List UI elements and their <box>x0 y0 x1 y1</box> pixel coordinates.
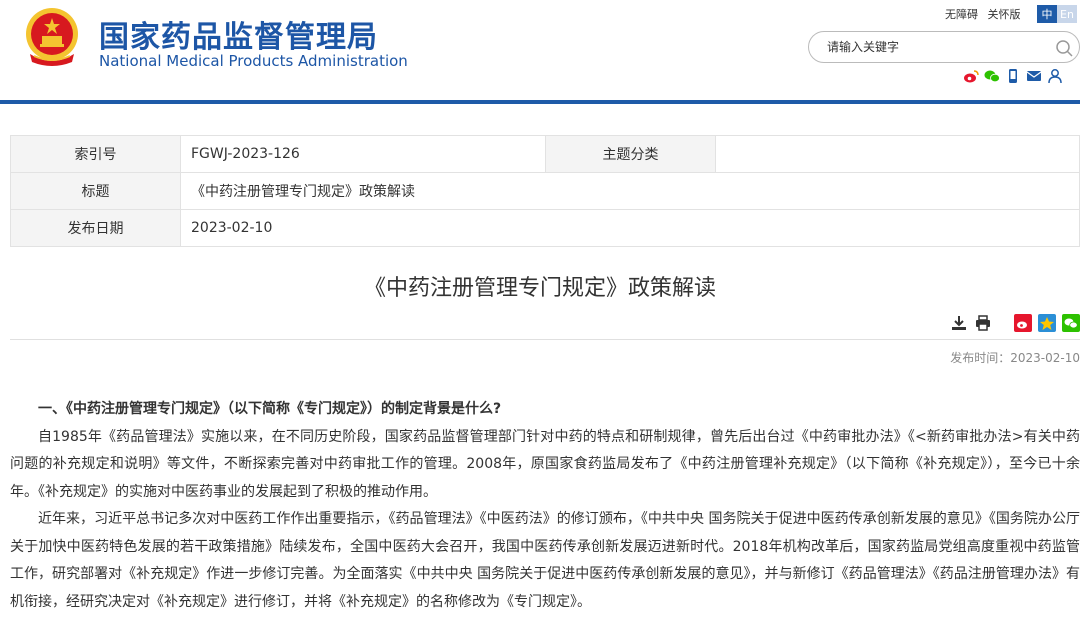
site-title[interactable]: 国家药品监督管理局 <box>99 12 378 56</box>
article-tools <box>950 314 1080 332</box>
search-icon[interactable] <box>1054 38 1074 58</box>
category-value <box>715 135 1080 173</box>
date-label: 发布日期 <box>10 209 181 247</box>
meta-row-date: 发布日期 2023-02-10 <box>10 209 1080 247</box>
site-header: 国家药品监督管理局 National Medical Products Admi… <box>0 0 1080 103</box>
site-subtitle: National Medical Products Administration <box>99 52 408 70</box>
title-label: 标题 <box>10 172 181 210</box>
search-input[interactable] <box>827 40 1047 54</box>
top-links: 无障碍 关怀版 <box>945 6 1027 22</box>
lang-en-button[interactable]: En <box>1057 5 1077 23</box>
mobile-icon[interactable] <box>1005 68 1021 84</box>
article-content: 一、《中药注册管理专门规定》（以下简称《专门规定》）的制定背景是什么? 自198… <box>10 396 1080 616</box>
date-value: 2023-02-10 <box>180 209 1080 247</box>
wechat-icon[interactable] <box>984 68 1000 84</box>
meta-row-title: 标题 《中药注册管理专门规定》政策解读 <box>10 172 1080 210</box>
elder-mode-link[interactable]: 关怀版 <box>988 8 1021 21</box>
index-value: FGWJ-2023-126 <box>180 135 546 173</box>
section-heading: 一、《中药注册管理专门规定》（以下简称《专门规定》）的制定背景是什么? <box>38 401 502 417</box>
publish-time: 发布时间：2023-02-10 <box>950 351 1080 365</box>
user-icon[interactable] <box>1047 68 1063 84</box>
language-switch: 中 En <box>1037 5 1077 23</box>
print-icon[interactable] <box>974 314 992 332</box>
lang-zh-button[interactable]: 中 <box>1037 5 1057 23</box>
document-meta-table: 索引号 FGWJ-2023-126 主题分类 标题 《中药注册管理专门规定》政策… <box>10 135 1080 247</box>
share-wechat-icon[interactable] <box>1062 314 1080 332</box>
share-qzone-icon[interactable] <box>1038 314 1056 332</box>
category-label: 主题分类 <box>545 135 716 173</box>
search-box <box>808 31 1080 63</box>
index-label: 索引号 <box>10 135 181 173</box>
paragraph: 自1985年《药品管理法》实施以来，在不同历史阶段，国家药品监督管理部门针对中药… <box>10 428 1080 500</box>
article-divider <box>10 339 1080 340</box>
article-title: 《中药注册管理专门规定》政策解读 <box>363 276 716 301</box>
national-emblem-icon <box>26 8 78 66</box>
weibo-icon[interactable] <box>963 68 979 84</box>
mail-icon[interactable] <box>1026 68 1042 84</box>
share-weibo-icon[interactable] <box>1014 314 1032 332</box>
download-icon[interactable] <box>950 314 968 332</box>
paragraph: 近年来，习近平总书记多次对中医药工作作出重要指示，《药品管理法》《中医药法》的修… <box>10 511 1080 610</box>
header-divider-bar <box>0 100 1080 104</box>
social-links <box>963 68 1063 84</box>
meta-row-index: 索引号 FGWJ-2023-126 主题分类 <box>10 135 1080 173</box>
title-value: 《中药注册管理专门规定》政策解读 <box>180 172 1080 210</box>
accessibility-link[interactable]: 无障碍 <box>945 8 978 21</box>
